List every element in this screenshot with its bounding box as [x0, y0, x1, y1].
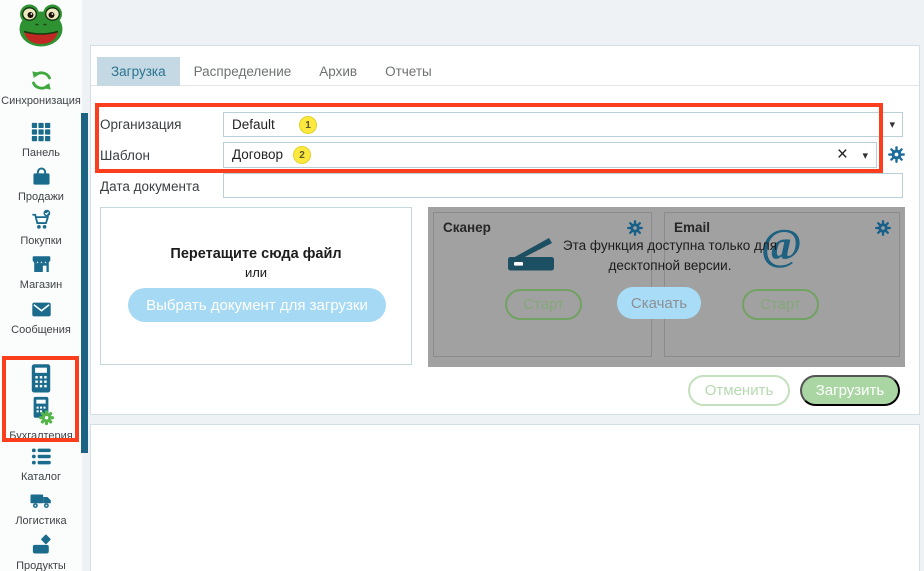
- list-icon: [0, 444, 82, 468]
- organization-input[interactable]: Default 1 ▾: [223, 112, 903, 137]
- step-badge-1: 1: [299, 116, 317, 134]
- store-icon: [0, 252, 82, 276]
- sync-icon: [0, 68, 82, 92]
- sidebar-item-label: Панель: [0, 147, 82, 159]
- file-dropzone[interactable]: Перетащите сюда файл или Выбрать докумен…: [100, 207, 412, 365]
- calculator-icon: [0, 363, 82, 395]
- results-panel: [90, 424, 920, 571]
- sidebar-item-purchases[interactable]: Покупки: [0, 208, 82, 247]
- sidebar-scrollbar-thumb[interactable]: [81, 113, 88, 453]
- sidebar-item-catalog[interactable]: Каталог: [0, 444, 82, 483]
- tab-reports[interactable]: Отчеты: [371, 57, 446, 86]
- calculator-settings-icon: [0, 395, 82, 427]
- download-button[interactable]: Скачать: [617, 287, 701, 319]
- sidebar-item-accounting[interactable]: Бухгалтерия: [0, 363, 82, 442]
- tab-archive[interactable]: Архив: [305, 57, 371, 86]
- template-settings-gear-icon[interactable]: [887, 145, 906, 164]
- sidebar-item-shop[interactable]: Магазин: [0, 252, 82, 291]
- clear-icon[interactable]: ×: [837, 143, 848, 167]
- sidebar-item-label: Бухгалтерия: [0, 430, 82, 442]
- sidebar-item-label: Магазин: [0, 279, 82, 291]
- scanner-settings-gear-icon[interactable]: [626, 219, 644, 237]
- products-icon: [0, 533, 82, 557]
- scanner-panel: Сканер Старт: [433, 212, 652, 357]
- organization-label: Организация: [100, 117, 181, 132]
- organization-value: Default: [232, 117, 275, 132]
- sidebar-item-sync[interactable]: Синхронизация: [0, 68, 82, 107]
- chevron-down-icon[interactable]: ▾: [889, 118, 895, 131]
- sidebar-item-label: Продажи: [0, 191, 82, 203]
- sidebar-item-messages[interactable]: Сообщения: [0, 297, 82, 336]
- choose-document-button[interactable]: Выбрать документ для загрузки: [128, 288, 386, 322]
- sidebar-item-label: Сообщения: [0, 324, 82, 336]
- doc-date-label: Дата документа: [100, 179, 199, 194]
- sidebar-item-sales[interactable]: Продажи: [0, 164, 82, 203]
- template-input[interactable]: Договор 2 × ▾: [223, 142, 877, 168]
- cart-icon: [0, 208, 82, 232]
- doc-date-input[interactable]: [223, 173, 903, 198]
- desktop-only-message: Эта функция доступна только для десктопн…: [546, 236, 794, 275]
- desktop-features-box: Сканер Старт Email @ Старт Эта функция д…: [428, 207, 905, 367]
- email-settings-gear-icon[interactable]: [874, 219, 892, 237]
- frog-logo-icon: [17, 2, 65, 48]
- sidebar-item-label: Каталог: [0, 471, 82, 483]
- scanner-title: Сканер: [443, 220, 491, 235]
- mail-icon: [0, 297, 82, 321]
- step-badge-2: 2: [293, 146, 311, 164]
- app-root: Синхронизация Панель Продажи: [0, 0, 924, 571]
- sidebar-item-label: Синхронизация: [0, 95, 82, 107]
- email-start-button[interactable]: Старт: [742, 289, 819, 320]
- frog-logo[interactable]: [17, 2, 65, 48]
- bag-icon: [0, 164, 82, 188]
- sidebar-item-label: Покупки: [0, 235, 82, 247]
- tabbar: Загрузка Распределение Архив Отчеты: [97, 57, 446, 86]
- tab-distribution[interactable]: Распределение: [180, 57, 306, 86]
- sidebar-item-label: Продукты: [0, 560, 82, 571]
- email-panel: Email @ Старт: [664, 212, 900, 357]
- email-title: Email: [674, 220, 710, 235]
- sidebar-item-products[interactable]: Продукты: [0, 533, 82, 571]
- upload-button[interactable]: Загрузить: [800, 375, 900, 406]
- chevron-down-icon[interactable]: ▾: [862, 149, 868, 162]
- template-label: Шаблон: [100, 148, 150, 163]
- sidebar: Синхронизация Панель Продажи: [0, 0, 82, 571]
- sidebar-item-dashboard[interactable]: Панель: [0, 120, 82, 159]
- tab-upload[interactable]: Загрузка: [97, 57, 180, 86]
- template-value: Договор: [232, 147, 283, 162]
- sidebar-item-logistics[interactable]: Логистика: [0, 488, 82, 527]
- dropzone-title: Перетащите сюда файл: [101, 246, 411, 262]
- dropzone-separator: или: [101, 265, 411, 280]
- sidebar-item-label: Логистика: [0, 515, 82, 527]
- cancel-button[interactable]: Отменить: [688, 375, 790, 406]
- scanner-start-button[interactable]: Старт: [505, 289, 582, 320]
- truck-icon: [0, 488, 82, 512]
- grid-icon: [0, 120, 82, 144]
